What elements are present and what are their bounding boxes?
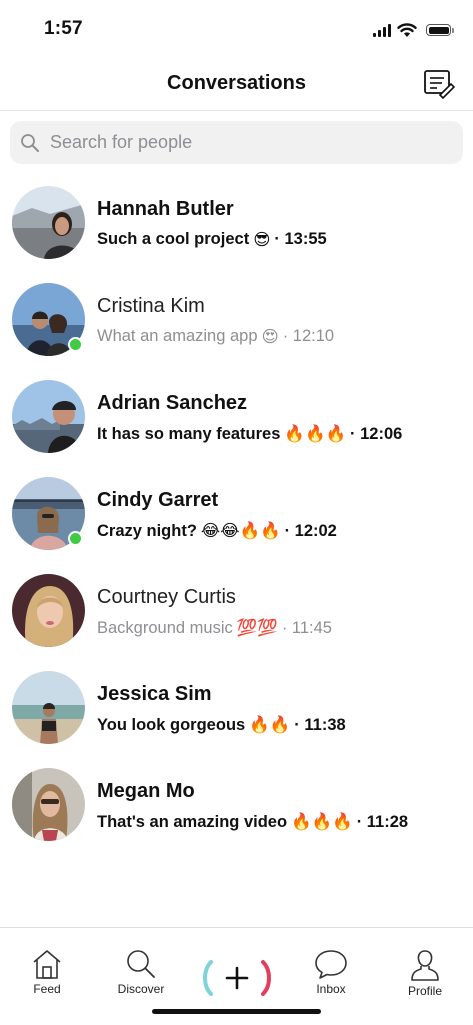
message-text: It has so many features bbox=[97, 424, 281, 443]
message-text: You look gorgeous bbox=[97, 715, 246, 734]
contact-name: Hannah Butler bbox=[97, 198, 234, 220]
page-title: Conversations bbox=[167, 72, 306, 94]
message-emoji: 😂😂🔥🔥 bbox=[200, 521, 281, 540]
message-emoji: 🔥🔥🔥 bbox=[291, 812, 353, 831]
tab-inbox-label: Inbox bbox=[316, 982, 346, 996]
message-text: Background music bbox=[97, 618, 233, 637]
person-icon bbox=[411, 950, 439, 981]
message-preview: It has so many features 🔥🔥🔥 · 12:06 bbox=[97, 424, 402, 444]
tab-profile-label: Profile bbox=[407, 984, 442, 998]
battery-icon bbox=[426, 24, 454, 36]
chat-bubble-icon bbox=[315, 950, 347, 979]
create-post-button[interactable] bbox=[203, 960, 271, 996]
contact-name: Cristina Kim bbox=[97, 295, 205, 317]
conversation-row[interactable]: Adrian Sanchez It has so many features 🔥… bbox=[0, 368, 473, 465]
message-emoji: 🔥🔥 bbox=[249, 715, 291, 734]
message-emoji: 😍 bbox=[261, 327, 279, 346]
online-status-indicator bbox=[68, 531, 83, 546]
contact-name: Jessica Sim bbox=[97, 683, 212, 705]
avatar bbox=[12, 768, 85, 841]
message-text: What an amazing app bbox=[97, 327, 258, 345]
home-icon bbox=[33, 950, 61, 979]
avatar bbox=[12, 186, 85, 259]
avatar bbox=[12, 671, 85, 744]
contact-name: Adrian Sanchez bbox=[97, 392, 248, 414]
message-preview: You look gorgeous 🔥🔥 · 11:38 bbox=[97, 715, 346, 735]
tab-profile[interactable]: Profile bbox=[385, 948, 465, 998]
conversation-list: Hannah Butler Such a cool project 😎 · 13… bbox=[0, 174, 473, 853]
plus-icon bbox=[225, 966, 249, 990]
cellular-signal-icon bbox=[373, 23, 391, 37]
message-text: That's an amazing video bbox=[97, 812, 288, 831]
header: Conversations bbox=[0, 58, 473, 111]
magnifier-icon bbox=[127, 950, 155, 978]
conversation-row[interactable]: Cindy Garret Crazy night? 😂😂🔥🔥 · 12:02 bbox=[0, 465, 473, 562]
tab-inbox[interactable]: Inbox bbox=[291, 948, 371, 996]
message-emoji: 😎 bbox=[253, 230, 271, 249]
message-time: · 11:28 bbox=[356, 812, 409, 831]
message-preview: Background music 💯💯 · 11:45 bbox=[97, 618, 332, 638]
message-preview: Crazy night? 😂😂🔥🔥 · 12:02 bbox=[97, 521, 337, 541]
message-text: Crazy night? bbox=[97, 521, 197, 540]
conversation-row[interactable]: Cristina Kim What an amazing app 😍 · 12:… bbox=[0, 271, 473, 368]
online-status-indicator bbox=[68, 337, 83, 352]
tab-discover-label: Discover bbox=[117, 982, 165, 996]
message-time: · 12:10 bbox=[282, 327, 335, 345]
contact-name: Cindy Garret bbox=[97, 489, 219, 511]
message-time: · 13:55 bbox=[274, 230, 327, 248]
message-preview: What an amazing app 😍 · 12:10 bbox=[97, 327, 334, 346]
avatar bbox=[12, 574, 85, 647]
message-time: · 12:06 bbox=[350, 424, 403, 443]
conversation-row[interactable]: Megan Mo That's an amazing video 🔥🔥🔥 · 1… bbox=[0, 756, 473, 853]
tab-discover[interactable]: Discover bbox=[101, 948, 181, 996]
message-emoji: 🔥🔥🔥 bbox=[284, 424, 347, 443]
compose-icon[interactable] bbox=[423, 69, 455, 99]
status-bar: 1:57 bbox=[0, 0, 473, 58]
search-input[interactable] bbox=[48, 131, 452, 154]
message-text: Such a cool project bbox=[97, 230, 250, 248]
tab-feed-label: Feed bbox=[33, 982, 61, 996]
message-preview: Such a cool project 😎 · 13:55 bbox=[97, 230, 327, 249]
home-indicator bbox=[152, 1009, 321, 1014]
contact-name: Megan Mo bbox=[97, 780, 195, 802]
search-icon bbox=[21, 133, 39, 152]
message-emoji: 💯💯 bbox=[236, 618, 278, 637]
conversation-row[interactable]: Jessica Sim You look gorgeous 🔥🔥 · 11:38 bbox=[0, 659, 473, 756]
contact-name: Courtney Curtis bbox=[97, 586, 236, 608]
conversation-row[interactable]: Hannah Butler Such a cool project 😎 · 13… bbox=[0, 174, 473, 271]
status-icons bbox=[373, 20, 454, 40]
message-time: · 11:45 bbox=[281, 618, 332, 637]
wifi-icon bbox=[397, 22, 417, 37]
avatar bbox=[12, 380, 85, 453]
status-time: 1:57 bbox=[44, 18, 83, 39]
search-bar[interactable] bbox=[10, 121, 463, 164]
conversation-row[interactable]: Courtney Curtis Background music 💯💯 · 11… bbox=[0, 562, 473, 659]
message-time: · 11:38 bbox=[294, 715, 346, 734]
message-preview: That's an amazing video 🔥🔥🔥 · 11:28 bbox=[97, 812, 408, 832]
tab-feed[interactable]: Feed bbox=[7, 948, 87, 996]
message-time: · 12:02 bbox=[284, 521, 337, 540]
